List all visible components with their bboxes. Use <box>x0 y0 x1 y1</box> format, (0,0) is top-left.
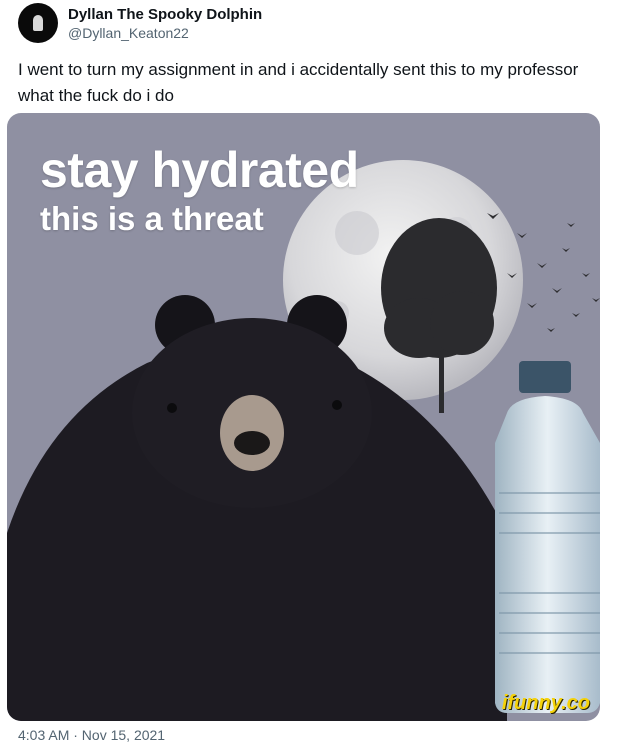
meme-caption-line2: this is a threat <box>40 200 264 237</box>
water-bottle-illustration <box>495 361 600 713</box>
avatar[interactable] <box>18 3 58 43</box>
author-handle[interactable]: @Dyllan_Keaton22 <box>68 25 189 41</box>
tweet-text: I went to turn my assignment in and i ac… <box>18 60 579 105</box>
author-display-name[interactable]: Dyllan The Spooky Dolphin <box>68 6 262 23</box>
ifunny-watermark: ifunny.co <box>501 692 590 714</box>
meme-caption-line1: stay hydrated <box>40 142 359 198</box>
tweet-timestamp[interactable]: 4:03 AM · Nov 15, 2021 <box>18 727 165 743</box>
avatar-figure-icon <box>33 15 43 31</box>
tweet-media-image[interactable]: stay hydrated this is a threat ifunny.co <box>7 113 600 721</box>
